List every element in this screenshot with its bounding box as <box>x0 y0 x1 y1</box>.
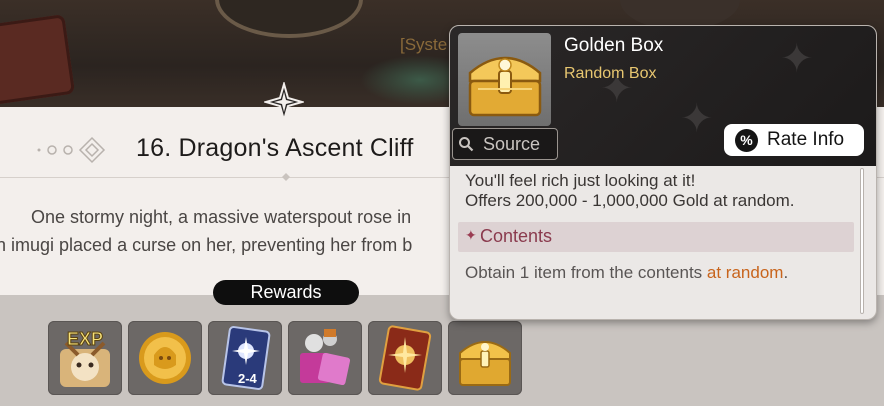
sparkle-icon: ✦ <box>680 97 714 141</box>
story-text-line2: n imugi placed a curse on her, preventin… <box>0 235 413 255</box>
obtain-suffix: . <box>783 263 789 282</box>
source-button[interactable]: Source <box>452 128 558 160</box>
stage-title: 16. Dragon's Ascent Cliff <box>136 134 414 162</box>
reward-slot-gold[interactable] <box>128 321 202 395</box>
sparkle-icon: ✦ <box>780 37 814 81</box>
star-icon: ✦ <box>465 227 477 243</box>
gift-box-icon <box>300 329 351 386</box>
story-text-line1: One stormy night, a massive waterspout r… <box>31 207 412 227</box>
summon-card-icon: 2-4 <box>221 326 271 390</box>
rewards-label: Rewards <box>213 280 359 305</box>
divider-diamond-icon <box>282 173 290 181</box>
description-line1: You'll feel rich just looking at it! <box>465 171 696 190</box>
rate-info-button[interactable]: % Rate Info <box>724 124 864 156</box>
reward-slot-red-card[interactable] <box>368 321 442 395</box>
reward-slot-exp[interactable]: EXP <box>48 321 122 395</box>
reward-slot-golden-box[interactable] <box>448 321 522 395</box>
golden-chest-icon <box>459 341 511 386</box>
search-icon <box>459 137 474 152</box>
red-card-icon <box>378 325 432 391</box>
tooltip-body[interactable]: You'll feel rich just looking at it! Off… <box>450 166 876 319</box>
reward-slot-summon-card[interactable]: 2-4 <box>208 321 282 395</box>
reward-slot-gift-box[interactable] <box>288 321 362 395</box>
source-label: Source <box>483 134 541 154</box>
svg-text:EXP: EXP <box>67 329 103 349</box>
item-tooltip: ✦ ✦ ✦ Golden Box Random Box Source % Rat… <box>449 25 877 320</box>
title-ornament-icon <box>37 136 106 164</box>
contents-description: Obtain 1 item from the contents at rando… <box>465 259 795 286</box>
obtain-text: Obtain 1 item from the contents <box>465 263 707 282</box>
tooltip-scrollbar[interactable] <box>860 168 864 314</box>
item-name: Golden Box <box>564 35 664 56</box>
item-type: Random Box <box>564 65 657 82</box>
gold-coin-icon <box>139 332 191 384</box>
golden-chest-icon <box>468 56 542 117</box>
svg-text:2-4: 2-4 <box>238 371 258 386</box>
contents-header: ✦ Contents <box>458 222 854 252</box>
item-thumbnail <box>458 33 551 126</box>
book-decoration <box>0 14 76 106</box>
diamond-ornament-icon <box>264 82 304 122</box>
system-text: [Syste <box>400 35 448 54</box>
description-line2: Offers 200,000 - 1,000,000 Gold at rando… <box>465 191 795 210</box>
exp-icon: EXP <box>60 329 110 387</box>
tooltip-header: ✦ ✦ ✦ Golden Box Random Box Source % Rat… <box>450 26 876 166</box>
percent-icon: % <box>735 129 758 152</box>
dial-decoration <box>215 0 363 38</box>
contents-label: Contents <box>480 226 553 246</box>
item-description: You'll feel rich just looking at it! Off… <box>465 171 795 211</box>
rate-info-label: Rate Info <box>767 129 845 150</box>
obtain-highlight: at random <box>706 263 784 282</box>
